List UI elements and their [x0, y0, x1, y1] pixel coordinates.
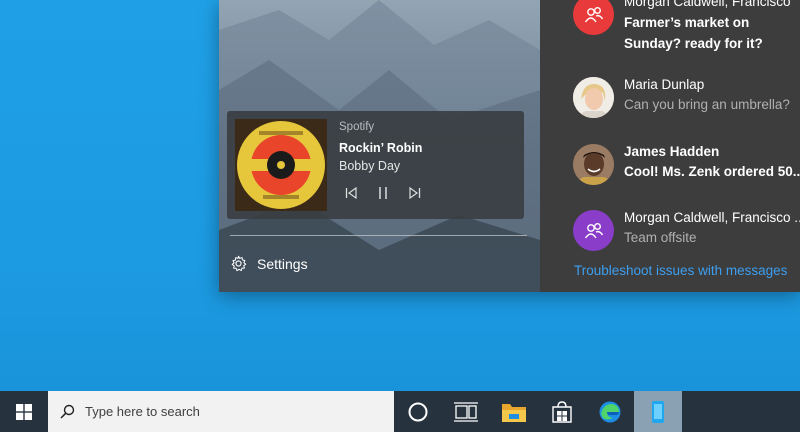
message-sender: Morgan Caldwell, Francisco — [624, 0, 791, 9]
file-explorer-icon — [502, 403, 526, 422]
pause-button[interactable] — [377, 186, 389, 200]
group-icon — [584, 6, 603, 22]
start-button[interactable] — [0, 391, 48, 432]
your-phone-button[interactable] — [634, 391, 682, 432]
search-icon — [60, 404, 75, 419]
media-player-card: Spotify Rockin’ Robin Bobby Day — [227, 111, 524, 219]
message-sender: Morgan Caldwell, Francisco ... — [624, 210, 800, 225]
message-item[interactable]: James Hadden Cool! Ms. Zenk ordered 50..… — [573, 144, 800, 185]
group-icon — [584, 222, 603, 238]
message-item[interactable]: Maria Dunlap Can you bring an umbrella? — [573, 77, 800, 118]
store-icon — [552, 400, 572, 423]
settings-button[interactable]: Settings — [230, 255, 308, 272]
message-sender: Maria Dunlap — [624, 77, 705, 92]
contact-photo — [573, 144, 614, 185]
message-sender: James Hadden — [624, 144, 720, 159]
your-phone-icon — [652, 400, 664, 423]
gear-icon — [231, 255, 247, 272]
messages-panel: Morgan Caldwell, Francisco Farmer’s mark… — [540, 0, 800, 292]
message-preview: Can you bring an umbrella? — [624, 97, 790, 112]
previous-icon — [345, 187, 357, 199]
message-preview: Cool! Ms. Zenk ordered 50... — [624, 164, 800, 179]
edge-button[interactable] — [586, 391, 634, 432]
cortana-icon — [408, 402, 428, 421]
task-view-button[interactable] — [442, 391, 490, 432]
avatar — [573, 0, 614, 35]
pause-icon — [379, 187, 387, 199]
avatar — [573, 77, 614, 118]
avatar — [573, 210, 614, 251]
media-app-name: Spotify — [339, 121, 375, 133]
next-track-button[interactable] — [409, 186, 421, 200]
troubleshoot-link[interactable]: Troubleshoot issues with messages — [574, 263, 787, 278]
media-track-title: Rockin’ Robin — [339, 141, 423, 155]
flyout-left-panel: Spotify Rockin’ Robin Bobby Day Settings — [219, 0, 540, 292]
search-box[interactable] — [48, 391, 394, 432]
edge-icon — [599, 401, 621, 422]
message-item[interactable]: Morgan Caldwell, Francisco ... Team offs… — [573, 210, 800, 251]
cortana-button[interactable] — [394, 391, 442, 432]
your-phone-flyout: Spotify Rockin’ Robin Bobby Day Settings… — [219, 0, 800, 292]
message-item[interactable]: Morgan Caldwell, Francisco Farmer’s mark… — [573, 0, 800, 54]
message-preview: Farmer’s market on Sunday? ready for it? — [624, 15, 763, 51]
file-explorer-button[interactable] — [490, 391, 538, 432]
windows-start-icon — [16, 403, 32, 420]
album-art — [235, 119, 327, 211]
desktop: Spotify Rockin’ Robin Bobby Day Settings… — [0, 0, 800, 391]
avatar — [573, 144, 614, 185]
media-artist: Bobby Day — [339, 159, 401, 173]
store-button[interactable] — [538, 391, 586, 432]
next-icon — [409, 187, 421, 199]
contact-photo — [573, 77, 614, 118]
task-view-icon — [454, 401, 478, 422]
previous-track-button[interactable] — [345, 186, 357, 200]
taskbar — [0, 391, 800, 432]
settings-label: Settings — [257, 255, 308, 272]
divider — [230, 235, 527, 236]
message-preview: Team offsite — [624, 230, 697, 245]
search-input[interactable] — [85, 404, 365, 419]
